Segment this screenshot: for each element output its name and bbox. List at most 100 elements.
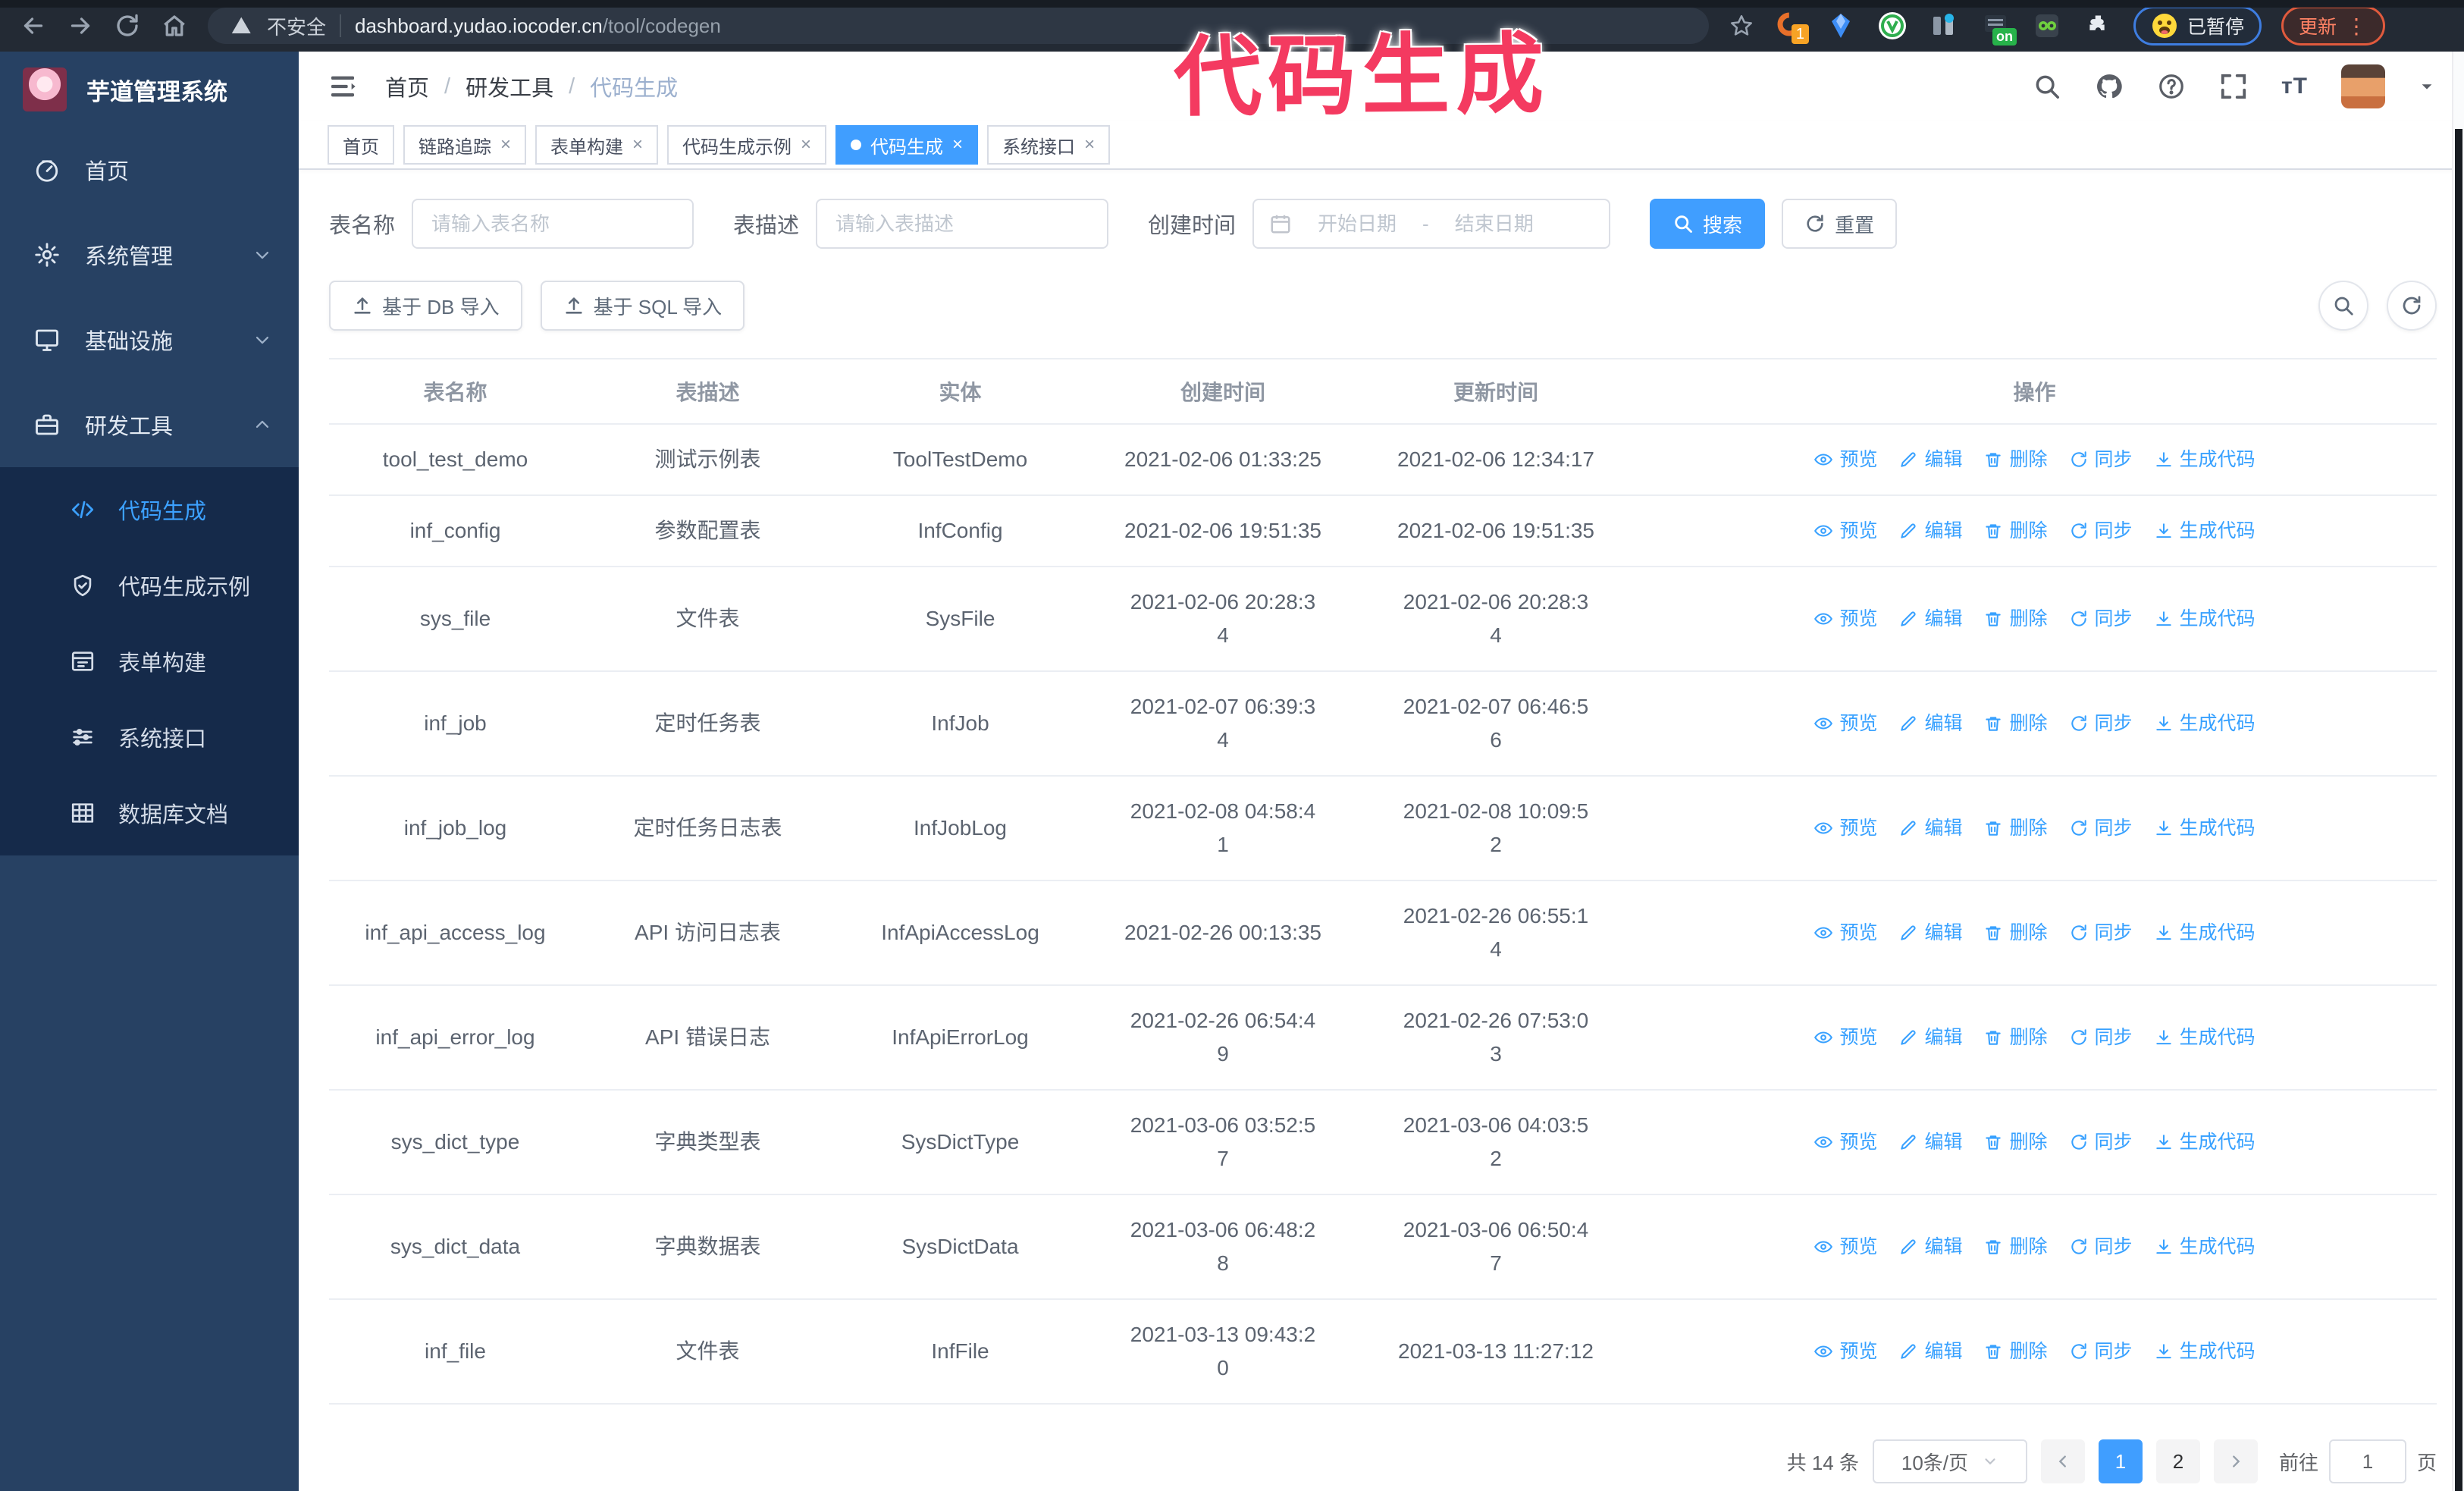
action-edit-link[interactable]: 编辑 [1898, 916, 1962, 950]
action-sync-link[interactable]: 同步 [2069, 707, 2133, 740]
tab-3[interactable]: 代码生成示例 × [667, 125, 827, 165]
action-sync-link[interactable]: 同步 [2069, 1021, 2133, 1054]
action-download-link[interactable]: 生成代码 [2154, 602, 2256, 636]
page-button-1[interactable]: 1 [2098, 1439, 2143, 1483]
font-size-icon[interactable]: ᴛT [2281, 74, 2308, 99]
browser-back-icon[interactable] [20, 12, 47, 39]
fullscreen-icon[interactable] [2219, 72, 2248, 101]
sidebar-subitem-1[interactable]: 代码生成示例 [0, 548, 299, 623]
sql-import-button[interactable]: 基于 SQL 导入 [540, 281, 745, 331]
sidebar-item-1[interactable]: 系统管理 [0, 212, 299, 297]
prev-page-button[interactable] [2040, 1439, 2085, 1483]
toggle-search-button[interactable] [2318, 281, 2368, 331]
action-sync-link[interactable]: 同步 [2069, 916, 2133, 950]
tab-1[interactable]: 链路追踪 × [403, 125, 527, 165]
page-size-select[interactable]: 10条/页 [1872, 1439, 2027, 1483]
action-eye-link[interactable]: 预览 [1814, 1230, 1877, 1263]
action-download-link[interactable]: 生成代码 [2154, 1125, 2256, 1159]
browser-home-icon[interactable] [161, 12, 188, 39]
date-range-picker[interactable]: - [1252, 199, 1611, 249]
action-download-link[interactable]: 生成代码 [2154, 514, 2256, 548]
action-delete-link[interactable]: 删除 [1983, 1335, 2048, 1368]
tab-5[interactable]: 系统接口 × [987, 125, 1111, 165]
action-eye-link[interactable]: 预览 [1814, 602, 1877, 636]
action-eye-link[interactable]: 预览 [1814, 1125, 1877, 1159]
action-delete-link[interactable]: 删除 [1983, 916, 2048, 950]
goto-page-input[interactable] [2328, 1439, 2406, 1483]
action-download-link[interactable]: 生成代码 [2154, 916, 2256, 950]
header-search-icon[interactable] [2033, 72, 2061, 101]
action-sync-link[interactable]: 同步 [2069, 1230, 2133, 1263]
next-page-button[interactable] [2213, 1439, 2258, 1483]
action-download-link[interactable]: 生成代码 [2154, 707, 2256, 740]
db-import-button[interactable]: 基于 DB 导入 [329, 281, 522, 331]
page-button-2[interactable]: 2 [2155, 1439, 2200, 1483]
tab-2[interactable]: 表单构建 × [535, 125, 659, 165]
reset-button[interactable]: 重置 [1782, 199, 1898, 249]
browser-update-button[interactable]: 更新 ⋮ [2281, 6, 2386, 46]
sidebar-subitem-0[interactable]: 代码生成 [0, 472, 299, 548]
action-eye-link[interactable]: 预览 [1814, 811, 1877, 845]
action-eye-link[interactable]: 预览 [1814, 1335, 1877, 1368]
extensions-puzzle-icon[interactable] [2083, 11, 2114, 41]
app-logo[interactable]: 芋道管理系统 [0, 52, 299, 127]
tab-close-icon[interactable]: × [1084, 136, 1095, 154]
extension-gem-icon[interactable] [1826, 11, 1856, 41]
tab-close-icon[interactable]: × [801, 136, 811, 154]
action-download-link[interactable]: 生成代码 [2154, 1021, 2256, 1054]
action-delete-link[interactable]: 删除 [1983, 1125, 2048, 1159]
action-edit-link[interactable]: 编辑 [1898, 1335, 1962, 1368]
action-download-link[interactable]: 生成代码 [2154, 1335, 2256, 1368]
tab-close-icon[interactable]: × [952, 136, 963, 154]
action-edit-link[interactable]: 编辑 [1898, 1125, 1962, 1159]
action-download-link[interactable]: 生成代码 [2154, 443, 2256, 476]
browser-forward-icon[interactable] [67, 12, 94, 39]
sidebar-subitem-2[interactable]: 表单构建 [0, 623, 299, 699]
user-avatar[interactable] [2341, 64, 2385, 108]
github-icon[interactable] [2095, 72, 2124, 101]
table-name-input[interactable] [412, 199, 694, 249]
sidebar-item-2[interactable]: 基础设施 [0, 297, 299, 382]
action-delete-link[interactable]: 删除 [1983, 443, 2048, 476]
action-download-link[interactable]: 生成代码 [2154, 1230, 2256, 1263]
action-delete-link[interactable]: 删除 [1983, 1021, 2048, 1054]
avatar-caret-down-icon[interactable] [2419, 78, 2435, 95]
action-edit-link[interactable]: 编辑 [1898, 707, 1962, 740]
tab-4[interactable]: 代码生成 × [835, 125, 979, 165]
extension-orange-icon[interactable]: 1 [1774, 11, 1809, 44]
action-eye-link[interactable]: 预览 [1814, 514, 1877, 548]
action-sync-link[interactable]: 同步 [2069, 514, 2133, 548]
action-sync-link[interactable]: 同步 [2069, 602, 2133, 636]
update-menu-dots-icon[interactable]: ⋮ [2346, 14, 2368, 39]
action-edit-link[interactable]: 编辑 [1898, 811, 1962, 845]
end-date-input[interactable] [1440, 212, 1547, 236]
tab-0[interactable]: 首页 [328, 125, 394, 165]
action-sync-link[interactable]: 同步 [2069, 1335, 2133, 1368]
action-delete-link[interactable]: 删除 [1983, 811, 2048, 845]
extension-tampermonkey-icon[interactable] [2032, 11, 2062, 41]
extension-paused-badge[interactable]: 已暂停 [2133, 6, 2262, 46]
action-eye-link[interactable]: 预览 [1814, 916, 1877, 950]
tab-close-icon[interactable]: × [632, 136, 643, 154]
bookmark-star-icon[interactable] [1729, 13, 1754, 39]
start-date-input[interactable] [1304, 212, 1411, 236]
action-eye-link[interactable]: 预览 [1814, 707, 1877, 740]
extension-proxy-on-icon[interactable]: on [1980, 11, 2017, 46]
help-icon[interactable] [2157, 72, 2186, 101]
breadcrumb-home[interactable]: 首页 [385, 71, 429, 102]
extension-sliders-icon[interactable] [1929, 11, 1959, 41]
search-button[interactable]: 搜索 [1650, 199, 1766, 249]
action-delete-link[interactable]: 删除 [1983, 1230, 2048, 1263]
table-desc-input[interactable] [816, 199, 1109, 249]
action-delete-link[interactable]: 删除 [1983, 707, 2048, 740]
action-delete-link[interactable]: 删除 [1983, 602, 2048, 636]
action-eye-link[interactable]: 预览 [1814, 443, 1877, 476]
hamburger-icon[interactable] [328, 71, 358, 102]
sidebar-subitem-3[interactable]: 系统接口 [0, 699, 299, 775]
tab-close-icon[interactable]: × [500, 136, 511, 154]
action-edit-link[interactable]: 编辑 [1898, 1230, 1962, 1263]
sidebar-item-0[interactable]: 首页 [0, 127, 299, 212]
action-delete-link[interactable]: 删除 [1983, 514, 2048, 548]
action-download-link[interactable]: 生成代码 [2154, 811, 2256, 845]
sidebar-item-3[interactable]: 研发工具 [0, 382, 299, 467]
